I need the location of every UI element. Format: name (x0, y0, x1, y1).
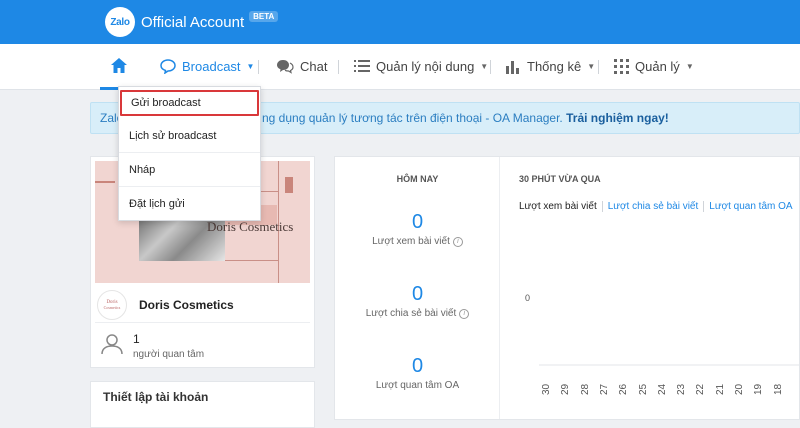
nav-content-label: Quản lý nội dung (376, 58, 475, 74)
nav-divider (338, 60, 339, 74)
today-title: HÔM NAY (396, 174, 439, 184)
banner-message: ng dụng quản lý tương tác trên điện thoạ… (262, 111, 563, 125)
chevron-down-icon: ▼ (587, 61, 596, 71)
menu-item-drafts[interactable]: Nháp (119, 153, 260, 187)
list-icon (354, 60, 370, 72)
x-axis-tick: 19 (753, 383, 765, 395)
top-bar: Zalo Official Account BETA (0, 0, 800, 44)
avatar[interactable]: Doris Cosmetics (97, 289, 127, 320)
nav-content-management[interactable]: Quản lý nội dung ▼ (354, 44, 488, 88)
recent-chart (539, 364, 799, 366)
account-setup-title: Thiết lập tài khoản (103, 390, 209, 404)
y-axis-tick: 0 (525, 293, 531, 303)
recent-tabs: Lượt xem bài viết Lượt chia sẻ bài viết … (519, 201, 798, 212)
x-axis-tick: 27 (598, 383, 610, 395)
nav-statistics[interactable]: Thống kê ▼ (506, 44, 595, 88)
nav-divider (598, 60, 599, 74)
stat-label-row: Lượt chia sẻ bài viết i (335, 308, 500, 319)
profile-header[interactable]: Doris Cosmetics Doris Cosmetics (95, 287, 310, 323)
stat-label-row: Lượt quan tâm OA (335, 380, 500, 391)
info-icon[interactable]: i (459, 308, 470, 319)
main-nav: Broadcast ▼ Chat Quản lý nội dung ▼ Thốn… (0, 44, 800, 90)
brand-logo[interactable]: Zalo Official Account BETA (105, 7, 279, 37)
cover-decoration (285, 177, 293, 193)
stat-label: Lượt chia sẻ bài viết (365, 308, 457, 319)
menu-item-broadcast-history[interactable]: Lịch sử broadcast (119, 119, 260, 153)
nav-divider (490, 60, 491, 74)
x-axis-tick: 22 (695, 383, 707, 395)
followers-label: người quan tâm (133, 349, 205, 360)
stat-value: 0 (411, 211, 424, 233)
followers-count: 1 (133, 332, 140, 346)
stat-value: 0 (411, 355, 424, 377)
stat-value: 0 (411, 283, 424, 305)
stat-post-views: 0 Lượt xem bài viết i (335, 211, 500, 247)
nav-statistics-label: Thống kê (527, 58, 582, 74)
profile-name: Doris Cosmetics (139, 297, 234, 312)
x-axis-tick: 28 (579, 383, 591, 395)
banner-text: ng dụng quản lý tương tác trên điện thoạ… (262, 111, 669, 125)
brand-name: Official Account (141, 13, 245, 31)
nav-home[interactable] (100, 44, 138, 90)
x-axis-tick: 30 (541, 383, 552, 395)
nav-chat[interactable]: Chat (276, 44, 327, 88)
x-axis-tick: 20 (734, 383, 745, 395)
home-icon (111, 58, 127, 73)
stat-label: Lượt xem bài viết (372, 236, 450, 247)
x-axis-tick: 25 (637, 383, 649, 395)
x-axis-tick: 26 (618, 383, 630, 395)
chevron-down-icon: ▼ (246, 61, 255, 71)
zalo-logo-icon: Zalo (105, 7, 135, 37)
x-axis-tick: 29 (560, 383, 572, 395)
recent-stats: 30 PHÚT VỪA QUA Lượt xem bài viết Lượt c… (501, 157, 799, 419)
recent-title: 30 PHÚT VỪA QUA (519, 174, 601, 184)
menu-item-schedule-send[interactable]: Đặt lịch gửi (119, 187, 260, 221)
nav-manage[interactable]: Quản lý ▼ (614, 44, 694, 88)
stat-post-shares: 0 Lượt chia sẻ bài viết i (335, 283, 500, 319)
grid-icon (614, 58, 629, 74)
avatar-logo-subtext: Cosmetics (103, 304, 121, 310)
broadcast-icon (160, 58, 176, 74)
nav-chat-label: Chat (300, 58, 328, 74)
x-axis-tick: 24 (656, 383, 668, 395)
chevron-down-icon: ▼ (480, 61, 489, 71)
stat-label: Lượt quan tâm OA (375, 380, 460, 391)
x-axis-tick: 18 (772, 383, 784, 395)
cover-title: Doris Cosmetics (207, 219, 294, 234)
stat-oa-followers: 0 Lượt quan tâm OA (335, 355, 500, 391)
bar-chart-icon (506, 59, 521, 74)
tab-oa-followers[interactable]: Lượt quan tâm OA (704, 201, 797, 212)
beta-badge: BETA (249, 10, 279, 22)
followers-summary[interactable]: 1 người quan tâm (95, 327, 310, 365)
followers-text: 1 người quan tâm (133, 332, 204, 360)
today-stats: HÔM NAY 0 Lượt xem bài viết i 0 Lượt chi… (335, 157, 500, 419)
x-axis-ticks: 30 29 28 27 26 25 24 23 22 21 20 19 18 (541, 369, 799, 399)
menu-item-send-broadcast[interactable]: Gửi broadcast (120, 90, 259, 116)
banner-cta-link[interactable]: Trải nghiệm ngay! (566, 111, 669, 125)
chat-icon (276, 59, 294, 74)
x-axis-tick: 21 (714, 383, 726, 395)
cover-decoration (95, 181, 115, 183)
stat-label-row: Lượt xem bài viết i (335, 236, 500, 247)
info-icon[interactable]: i (452, 236, 463, 247)
account-setup-card: Thiết lập tài khoản (90, 381, 315, 428)
tab-post-shares[interactable]: Lượt chia sẻ bài viết (603, 201, 705, 212)
x-axis-tick: 23 (676, 383, 688, 395)
nav-broadcast[interactable]: Broadcast ▼ (160, 44, 254, 88)
stats-card: HÔM NAY 0 Lượt xem bài viết i 0 Lượt chi… (334, 156, 800, 420)
tab-post-views[interactable]: Lượt xem bài viết (519, 201, 603, 212)
nav-broadcast-label: Broadcast (182, 58, 241, 74)
chevron-down-icon: ▼ (685, 61, 694, 71)
broadcast-dropdown-menu: Gửi broadcast Lịch sử broadcast Nháp Đặt… (118, 86, 261, 221)
nav-divider (258, 60, 259, 74)
user-icon (101, 333, 123, 360)
nav-manage-label: Quản lý (635, 58, 680, 74)
